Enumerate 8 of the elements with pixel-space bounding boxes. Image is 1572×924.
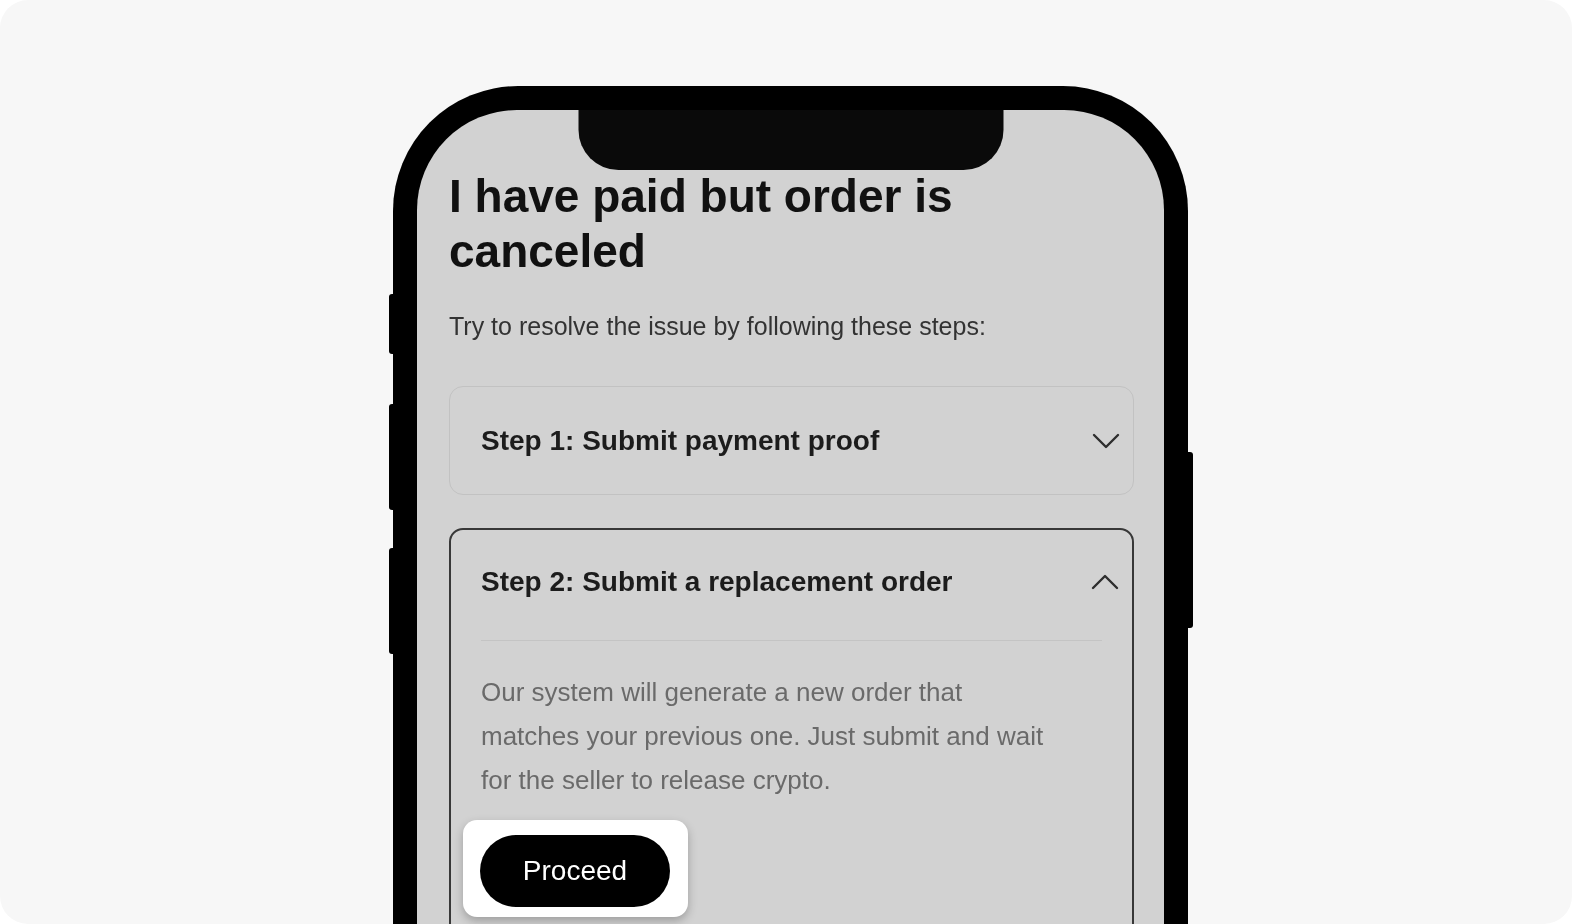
page-subtitle: Try to resolve the issue by following these steps: — [449, 311, 987, 342]
step-description: Our system will generate a new order that matches your previous one. Just submit and wait for the seller to release crypto. — [481, 676, 1045, 797]
step-title[interactable]: Step 2: Submit a replacement order — [481, 566, 953, 598]
chevron-up-icon[interactable] — [1091, 574, 1119, 590]
chevron-down-icon[interactable] — [1092, 432, 1120, 449]
page-title: I have paid but order is canceled — [449, 169, 954, 279]
proceed-button[interactable]: Proceed — [480, 835, 670, 907]
step-title[interactable]: Step 1: Submit payment proof — [481, 424, 880, 457]
